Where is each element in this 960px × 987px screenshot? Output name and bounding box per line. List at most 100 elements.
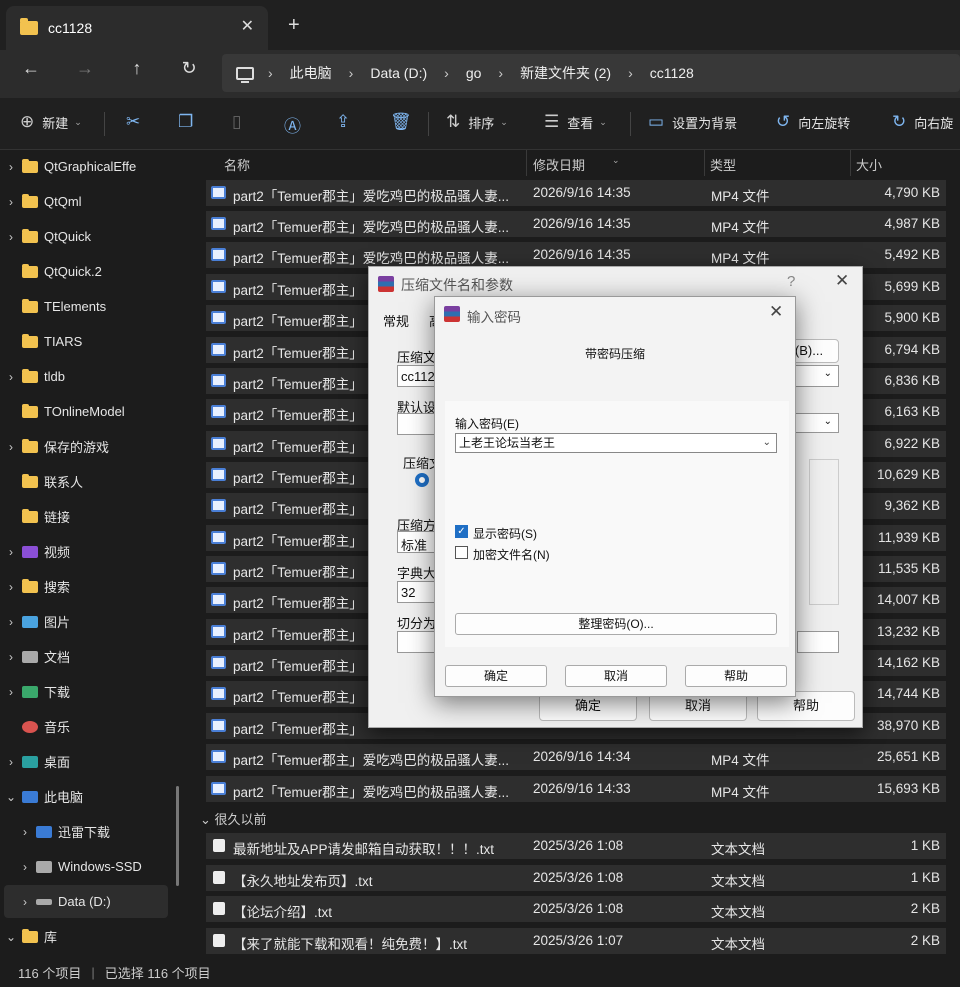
profiles-button[interactable] <box>397 413 437 435</box>
chevron-right-icon[interactable]: › <box>0 440 22 454</box>
close-icon[interactable]: ✕ <box>835 271 849 291</box>
chevron-down-icon[interactable]: ⌄ <box>0 930 22 944</box>
back-button[interactable]: ← <box>16 58 46 79</box>
table-row[interactable]: part2「Temuer郡主」爱吃鸡巴的极品骚人妻... 2026/9/16 14… <box>206 180 946 206</box>
chevron-down-icon[interactable]: ⌄ <box>0 790 22 804</box>
group-header[interactable]: ⌄ 很久以前 <box>200 809 267 828</box>
rotate-right-button[interactable]: ↻ 向右旋 <box>892 112 953 132</box>
format-radio[interactable] <box>415 473 429 487</box>
sidebar-item-qtquick2[interactable]: QtQuick.2 <box>0 255 186 288</box>
ok-button[interactable]: 确定 <box>445 665 547 687</box>
view-button[interactable]: ☰ 查看 ⌄ <box>544 112 607 132</box>
table-row[interactable]: 【来了就能下载和观看！纯免费！】.txt 2025/3/26 1:07 文本文档 2 … <box>206 928 946 954</box>
breadcrumb-cc1128[interactable]: cc1128 <box>650 65 694 81</box>
cancel-button[interactable]: 取消 <box>565 665 667 687</box>
sidebar-item-telements[interactable]: TElements <box>0 290 186 323</box>
table-row[interactable]: part2「Temuer郡主」爱吃鸡巴的极品骚人妻... 2026/9/16 14… <box>206 242 946 268</box>
help-icon[interactable]: ? <box>787 273 795 290</box>
sidebar-item-tonlinemodel[interactable]: TOnlineModel <box>0 395 186 428</box>
chevron-right-icon[interactable]: › <box>0 580 22 594</box>
sidebar-item-thunder-downloads[interactable]: › 迅雷下载 <box>0 815 186 848</box>
split-volumes-input[interactable] <box>397 631 437 653</box>
table-row[interactable]: part2「Temuer郡主」爱吃鸡巴的极品骚人妻... 2026/9/16 14… <box>206 744 946 770</box>
sidebar-item-this-pc[interactable]: ⌄ 此电脑 <box>0 780 186 813</box>
chevron-right-icon[interactable]: › <box>0 195 22 209</box>
column-name[interactable]: 名称 <box>224 155 250 174</box>
chevron-right-icon[interactable]: › <box>628 65 633 81</box>
sidebar-item-documents[interactable]: › 文档 <box>0 640 186 673</box>
encrypt-file-names-checkbox[interactable] <box>455 546 468 559</box>
paste-button[interactable]: ▯ <box>232 112 249 132</box>
delete-button[interactable]: 🗑 <box>390 112 420 132</box>
chevron-right-icon[interactable]: › <box>0 615 22 629</box>
table-row[interactable]: part2「Temuer郡主」爱吃鸡巴的极品骚人妻... 2026/9/16 14… <box>206 776 946 802</box>
sidebar-item-library[interactable]: ⌄ 库 <box>0 920 186 953</box>
sidebar-item-music[interactable]: 音乐 <box>0 710 186 743</box>
chevron-right-icon[interactable]: › <box>14 895 36 909</box>
column-size[interactable]: 大小 <box>856 155 882 174</box>
chevron-right-icon[interactable]: › <box>0 545 22 559</box>
chevron-right-icon[interactable]: › <box>349 65 354 81</box>
password-input[interactable]: 上老王论坛当老王 ⌄ <box>455 433 777 453</box>
sidebar-item-qtgraphicaleffects[interactable]: › QtGraphicalEffe <box>0 150 186 183</box>
tab-cc1128[interactable]: cc1128 ✕ <box>6 6 268 50</box>
tab-general[interactable]: 常规 <box>383 311 409 330</box>
sidebar-item-saved-games[interactable]: › 保存的游戏 <box>0 430 186 463</box>
help-button[interactable]: 帮助 <box>685 665 787 687</box>
encrypt-file-names-label[interactable]: 加密文件名(N) <box>473 546 550 563</box>
show-password-checkbox[interactable]: ✓ <box>455 525 468 538</box>
chevron-right-icon[interactable]: › <box>0 685 22 699</box>
breadcrumb-go[interactable]: go <box>466 65 482 81</box>
share-button[interactable]: ⇪ <box>336 112 358 132</box>
table-row[interactable]: part2「Temuer郡主」爱吃鸡巴的极品骚人妻... 2026/9/16 14… <box>206 211 946 237</box>
set-as-background-button[interactable]: ▭ 设置为背景 <box>648 112 737 132</box>
sort-button[interactable]: ⇅ 排序 ⌄ <box>446 112 508 132</box>
breadcrumb-this-pc[interactable]: 此电脑 <box>290 63 332 83</box>
sidebar-item-searches[interactable]: › 搜索 <box>0 570 186 603</box>
sidebar-item-qtquick[interactable]: › QtQuick <box>0 220 186 253</box>
up-button[interactable]: ↑ <box>122 58 152 79</box>
column-divider[interactable] <box>526 150 527 176</box>
column-divider[interactable] <box>704 150 705 176</box>
close-tab-icon[interactable]: ✕ <box>241 16 254 36</box>
column-modified[interactable]: 修改日期 <box>533 155 585 174</box>
organize-passwords-button[interactable]: 整理密码(O)... <box>455 613 777 635</box>
method-select[interactable]: 标准 <box>397 531 437 553</box>
chevron-right-icon[interactable]: › <box>498 65 503 81</box>
new-button[interactable]: ⊕ 新建 ⌄ <box>20 112 82 132</box>
new-tab-button[interactable]: + <box>288 14 300 37</box>
breadcrumb-data-d[interactable]: Data (D:) <box>370 65 427 81</box>
dictionary-select[interactable]: 32 <box>397 581 437 603</box>
sidebar-item-pictures[interactable]: › 图片 <box>0 605 186 638</box>
sidebar-item-tldb[interactable]: › tldb <box>0 360 186 393</box>
chevron-right-icon[interactable]: › <box>14 825 36 839</box>
cut-button[interactable]: ✂ <box>126 112 148 132</box>
rename-button[interactable]: Ⓐ <box>284 112 309 137</box>
chevron-right-icon[interactable]: › <box>0 160 22 174</box>
breadcrumb-new-folder-2[interactable]: 新建文件夹 (2) <box>520 63 611 83</box>
refresh-button[interactable]: ↻ <box>174 58 204 79</box>
chevron-right-icon[interactable]: › <box>0 650 22 664</box>
sidebar-item-qtqml[interactable]: › QtQml <box>0 185 186 218</box>
table-row[interactable]: 【永久地址发布页】.txt 2025/3/26 1:08 文本文档 1 KB <box>206 865 946 891</box>
chevron-right-icon[interactable]: › <box>0 755 22 769</box>
password-button[interactable] <box>797 631 839 653</box>
sidebar-item-tiars[interactable]: TIARS <box>0 325 186 358</box>
chevron-right-icon[interactable]: › <box>14 860 36 874</box>
sidebar-item-links[interactable]: 链接 <box>0 500 186 533</box>
chevron-right-icon[interactable]: › <box>444 65 449 81</box>
sidebar-item-contacts[interactable]: 联系人 <box>0 465 186 498</box>
forward-button[interactable]: → <box>70 58 100 79</box>
sidebar-item-downloads[interactable]: › 下载 <box>0 675 186 708</box>
column-type[interactable]: 类型 <box>710 155 736 174</box>
chevron-right-icon[interactable]: › <box>268 65 273 81</box>
chevron-right-icon[interactable]: › <box>0 370 22 384</box>
address-bar[interactable]: › 此电脑 › Data (D:) › go › 新建文件夹 (2) › cc1… <box>222 54 960 92</box>
table-row[interactable]: 【论坛介绍】.txt 2025/3/26 1:08 文本文档 2 KB <box>206 896 946 922</box>
chevron-right-icon[interactable]: › <box>0 230 22 244</box>
sidebar-item-videos[interactable]: › 视频 <box>0 535 186 568</box>
close-icon[interactable]: ✕ <box>769 302 783 322</box>
chevron-down-icon[interactable]: ⌄ <box>763 434 771 452</box>
show-password-label[interactable]: 显示密码(S) <box>473 525 537 542</box>
column-divider[interactable] <box>850 150 851 176</box>
